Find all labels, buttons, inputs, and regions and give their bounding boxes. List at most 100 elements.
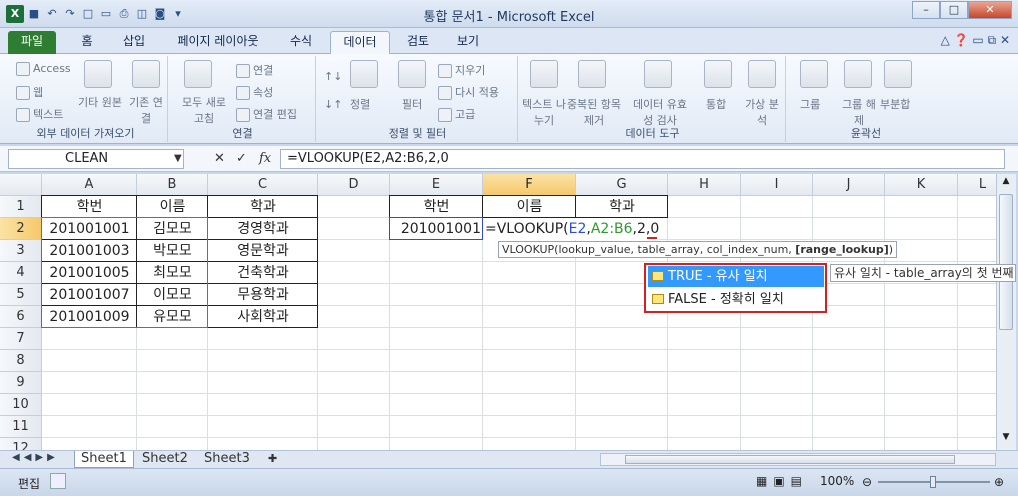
what-if-icon bbox=[748, 60, 776, 88]
column-header[interactable]: I bbox=[741, 174, 813, 196]
sheet-nav-icon[interactable]: ◀◀▶▶ bbox=[12, 452, 59, 463]
lookup-header-border bbox=[575, 196, 576, 218]
tab-insert[interactable]: 삽입 bbox=[114, 31, 154, 54]
tab-view[interactable]: 보기 bbox=[448, 31, 488, 54]
sheet-tab[interactable]: Sheet3 bbox=[198, 451, 256, 468]
vertical-scrollbar[interactable]: ▲ ▼ bbox=[996, 174, 1016, 450]
zoom-level[interactable]: 100% bbox=[820, 474, 854, 488]
ribbon-help-icons[interactable]: △ ❓ ▭ ⧉ ✕ bbox=[941, 33, 1010, 48]
text-button[interactable]: 텍스트 bbox=[16, 106, 63, 122]
column-header[interactable]: D bbox=[318, 174, 390, 196]
formula-input[interactable]: =VLOOKUP(E2,A2:B6,2,0 bbox=[280, 149, 1005, 169]
sort-button[interactable]: 정렬 bbox=[350, 96, 370, 112]
row-header[interactable]: 10 bbox=[0, 394, 42, 416]
properties-button[interactable]: 속성 bbox=[236, 84, 273, 100]
other-sources-button[interactable]: 기타 원본 bbox=[78, 94, 122, 110]
minimize-button[interactable]: – bbox=[912, 1, 940, 19]
sheet-tab[interactable]: Sheet1 bbox=[74, 451, 134, 468]
tab-formulas[interactable]: 수식 bbox=[282, 31, 320, 54]
column-header[interactable]: J bbox=[813, 174, 885, 196]
consolidate-button[interactable]: 통합 bbox=[706, 96, 726, 112]
autocomplete-list[interactable]: TRUE - 유사 일치 FALSE - 정확히 일치 bbox=[644, 263, 827, 313]
row-header[interactable]: 8 bbox=[0, 350, 42, 372]
error-underline bbox=[647, 237, 657, 239]
tab-home[interactable]: 홈 bbox=[72, 31, 102, 54]
data-validation-button[interactable]: 데이터 유효성 검사 bbox=[628, 96, 692, 128]
sort-asc-icon[interactable]: ↑↓ bbox=[324, 70, 342, 83]
row-header[interactable]: 11 bbox=[0, 416, 42, 438]
group-button[interactable]: 그룹 bbox=[800, 96, 820, 112]
gridline bbox=[957, 196, 958, 450]
row-header[interactable]: 9 bbox=[0, 372, 42, 394]
column-header[interactable]: C bbox=[208, 174, 318, 196]
zoom-slider[interactable] bbox=[878, 476, 990, 488]
column-header[interactable]: A bbox=[42, 174, 137, 196]
column-header[interactable]: H bbox=[668, 174, 741, 196]
row-header[interactable]: 4 bbox=[0, 262, 42, 284]
autocomplete-item-true[interactable]: TRUE - 유사 일치 bbox=[648, 266, 824, 287]
existing-connections-button[interactable]: 기존 연결 bbox=[128, 94, 164, 126]
tab-page-layout[interactable]: 페이지 레이아웃 bbox=[166, 31, 270, 54]
row-header[interactable]: 12 bbox=[0, 438, 42, 450]
cancel-icon[interactable]: ✕ bbox=[214, 151, 225, 166]
remove-duplicates-button[interactable]: 중복된 항목 제거 bbox=[566, 96, 622, 128]
insert-sheet-icon[interactable]: ✚ bbox=[262, 451, 283, 468]
macro-record-icon[interactable] bbox=[50, 473, 66, 489]
tab-file[interactable]: 파일 bbox=[8, 31, 56, 54]
maximize-button[interactable]: □ bbox=[940, 1, 968, 19]
tab-data[interactable]: 데이터 bbox=[330, 31, 390, 54]
scroll-up-icon[interactable]: ▲ bbox=[999, 176, 1013, 190]
spreadsheet-grid[interactable]: A B C D E F G H I J K L 1 2 3 4 5 6 7 8 9 10 11 12 학번 이름 학과 2010010… bbox=[0, 174, 1004, 450]
subtotal-button[interactable]: 부분합 bbox=[880, 96, 910, 112]
insert-function-icon[interactable]: fx bbox=[259, 151, 271, 166]
zoom-slider-thumb[interactable] bbox=[930, 476, 936, 488]
horizontal-scrollbar[interactable] bbox=[600, 453, 996, 466]
autocomplete-label: TRUE - 유사 일치 bbox=[668, 269, 768, 284]
column-header[interactable]: F bbox=[483, 174, 576, 196]
reapply-button[interactable]: 다시 적용 bbox=[438, 84, 499, 100]
name-box[interactable]: CLEAN bbox=[8, 149, 184, 169]
edit-links-button[interactable]: 연결 편집 bbox=[236, 106, 297, 122]
access-button[interactable]: Access bbox=[16, 62, 71, 76]
cell-f2-editor[interactable]: =VLOOKUP(E2,A2:B6,2,0 bbox=[483, 218, 660, 240]
close-button[interactable]: ✕ bbox=[968, 1, 1012, 19]
advanced-button[interactable]: 고급 bbox=[438, 106, 475, 122]
row-header[interactable]: 6 bbox=[0, 306, 42, 328]
hscroll-thumb[interactable] bbox=[625, 455, 955, 464]
consolidate-icon bbox=[704, 60, 732, 88]
group-external-data: Access 웹 텍스트 기타 원본 기존 연결 외부 데이터 가져오기 bbox=[4, 56, 168, 142]
scroll-thumb[interactable] bbox=[999, 194, 1013, 330]
ungroup-button[interactable]: 그룹 해제 bbox=[842, 96, 876, 128]
zoom-out-icon[interactable]: ⊖ bbox=[862, 475, 872, 489]
column-header[interactable]: E bbox=[390, 174, 483, 196]
web-button[interactable]: 웹 bbox=[16, 84, 43, 100]
web-icon bbox=[16, 86, 30, 100]
connections-button[interactable]: 연결 bbox=[236, 62, 273, 78]
view-buttons-icon[interactable]: ▦▣▤ bbox=[756, 474, 808, 488]
lookup-header-border bbox=[389, 195, 668, 218]
what-if-button[interactable]: 가상 분석 bbox=[742, 96, 782, 128]
column-header[interactable]: B bbox=[137, 174, 208, 196]
name-box-dropdown-icon[interactable]: ▼ bbox=[174, 153, 182, 164]
sort-desc-icon[interactable]: ↓↑ bbox=[324, 98, 342, 111]
column-header[interactable]: G bbox=[576, 174, 668, 196]
filter-button[interactable]: 필터 bbox=[402, 96, 422, 112]
scroll-down-icon[interactable]: ▼ bbox=[999, 432, 1013, 446]
group-connections: 모두 새로 고침 연결 속성 연결 편집 연결 bbox=[170, 56, 316, 142]
autocomplete-item-false[interactable]: FALSE - 정확히 일치 bbox=[648, 289, 784, 310]
refresh-all-button[interactable]: 모두 새로 고침 bbox=[176, 94, 232, 126]
sheet-tab[interactable]: Sheet2 bbox=[136, 451, 194, 468]
enter-icon[interactable]: ✓ bbox=[236, 151, 247, 166]
column-header[interactable]: K bbox=[885, 174, 958, 196]
zoom-in-icon[interactable]: ⊕ bbox=[994, 475, 1004, 489]
row-header[interactable]: 1 bbox=[0, 196, 42, 218]
select-all-corner[interactable] bbox=[0, 174, 42, 196]
properties-icon bbox=[236, 86, 250, 100]
row-header[interactable]: 2 bbox=[0, 218, 42, 240]
text-to-columns-button[interactable]: 텍스트 나누기 bbox=[522, 96, 566, 128]
row-header[interactable]: 5 bbox=[0, 284, 42, 306]
row-header[interactable]: 7 bbox=[0, 328, 42, 350]
row-header[interactable]: 3 bbox=[0, 240, 42, 262]
clear-button[interactable]: 지우기 bbox=[438, 62, 485, 78]
tab-review[interactable]: 검토 bbox=[398, 31, 438, 54]
